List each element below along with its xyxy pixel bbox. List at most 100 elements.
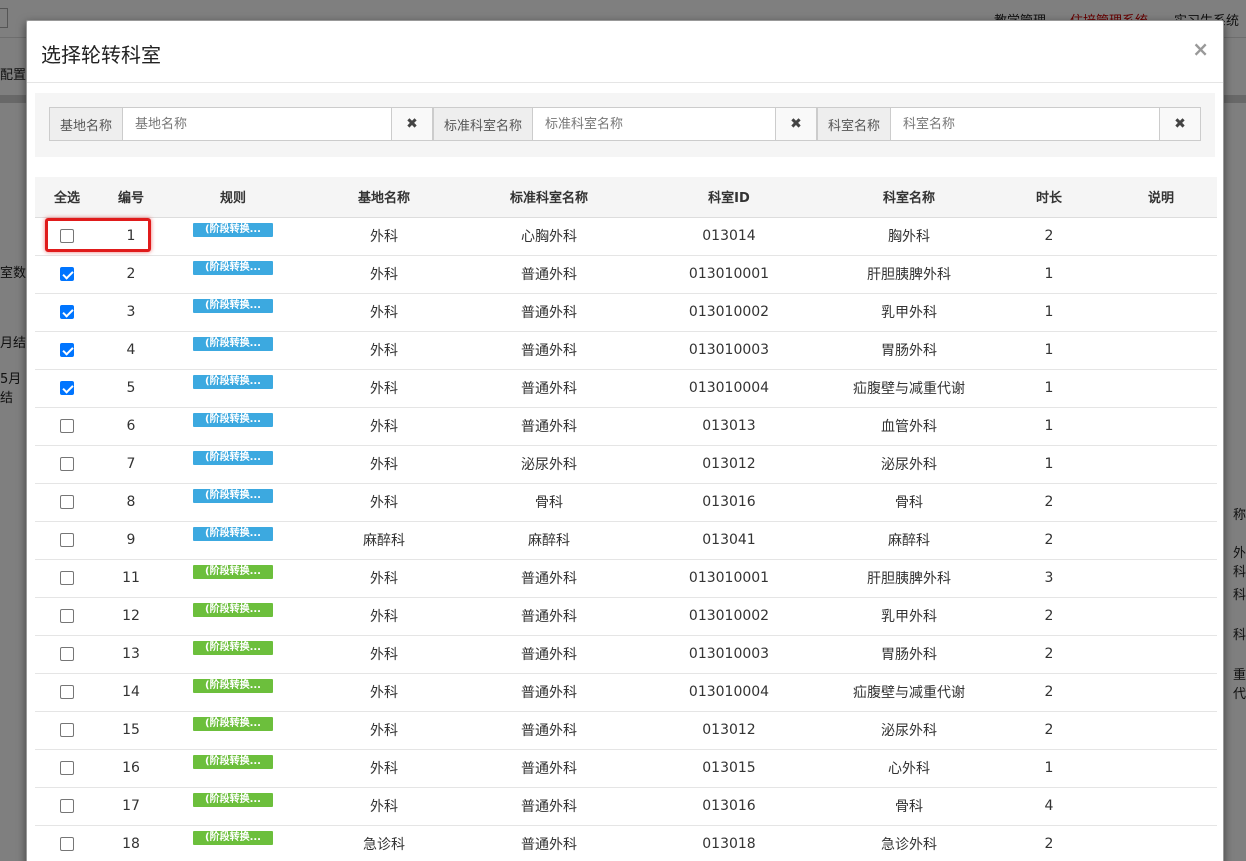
table-row[interactable]: 12 (阶段转换... 外科 普通外科 013010002 乳甲外科 2 — [35, 597, 1217, 636]
row-checkbox[interactable] — [60, 647, 74, 661]
rule-badge[interactable]: (阶段转换... — [193, 755, 273, 769]
table-row[interactable]: 16 (阶段转换... 外科 普通外科 013015 心外科 1 — [35, 749, 1217, 788]
clear-icon[interactable]: ✖ — [391, 107, 433, 141]
row-note — [1105, 749, 1217, 788]
row-checkbox[interactable] — [60, 305, 74, 319]
table-row[interactable]: 1 (阶段转换... 外科 心胸外科 013014 胸外科 2 — [35, 217, 1217, 256]
dept-name-input[interactable] — [891, 107, 1159, 141]
row-id: 12 — [99, 597, 163, 636]
row-checkbox-cell[interactable] — [35, 521, 99, 560]
row-checkbox-cell[interactable] — [35, 559, 99, 598]
rule-badge[interactable]: (阶段转换... — [193, 831, 273, 845]
row-dept-name: 麻醉科 — [825, 521, 993, 560]
rule-badge[interactable]: (阶段转换... — [193, 261, 273, 275]
row-checkbox-cell[interactable] — [35, 445, 99, 484]
row-note — [1105, 711, 1217, 750]
row-std-dept-name: 普通外科 — [465, 293, 633, 332]
rule-badge[interactable]: (阶段转换... — [193, 337, 273, 351]
rule-badge[interactable]: (阶段转换... — [193, 223, 273, 237]
rule-badge[interactable]: (阶段转换... — [193, 679, 273, 693]
row-checkbox[interactable] — [60, 533, 74, 547]
table-row[interactable]: 17 (阶段转换... 外科 普通外科 013016 骨科 4 — [35, 787, 1217, 826]
row-checkbox-cell[interactable] — [35, 331, 99, 370]
row-checkbox-cell[interactable] — [35, 673, 99, 712]
row-checkbox[interactable] — [60, 267, 74, 281]
row-std-dept-name: 骨科 — [465, 483, 633, 522]
row-checkbox-cell[interactable] — [35, 711, 99, 750]
row-checkbox[interactable] — [60, 723, 74, 737]
row-checkbox[interactable] — [60, 609, 74, 623]
rule-badge[interactable]: (阶段转换... — [193, 603, 273, 617]
table-row[interactable]: 11 (阶段转换... 外科 普通外科 013010001 肝胆胰脾外科 3 — [35, 559, 1217, 598]
row-base-name: 外科 — [303, 483, 465, 522]
std-dept-name-input[interactable] — [533, 107, 775, 141]
row-checkbox-cell[interactable] — [35, 597, 99, 636]
rule-badge[interactable]: (阶段转换... — [193, 565, 273, 579]
row-dept-name: 胸外科 — [825, 217, 993, 256]
table-row[interactable]: 5 (阶段转换... 外科 普通外科 013010004 疝腹壁与减重代谢 1 — [35, 369, 1217, 408]
rule-badge[interactable]: (阶段转换... — [193, 299, 273, 313]
filter-bar: 基地名称 ✖ 标准科室名称 ✖ 科室名称 ✖ — [35, 93, 1215, 157]
row-checkbox[interactable] — [60, 229, 74, 243]
row-duration: 1 — [993, 407, 1105, 446]
header-select-all[interactable]: 全选 — [35, 177, 99, 218]
rule-badge[interactable]: (阶段转换... — [193, 451, 273, 465]
row-checkbox[interactable] — [60, 571, 74, 585]
header-std-dept-name: 标准科室名称 — [465, 177, 633, 218]
header-duration: 时长 — [993, 177, 1105, 218]
row-checkbox-cell[interactable] — [35, 217, 99, 256]
table-row[interactable]: 4 (阶段转换... 外科 普通外科 013010003 胃肠外科 1 — [35, 331, 1217, 370]
row-checkbox[interactable] — [60, 799, 74, 813]
table-row[interactable]: 15 (阶段转换... 外科 普通外科 013012 泌尿外科 2 — [35, 711, 1217, 750]
row-checkbox-cell[interactable] — [35, 635, 99, 674]
row-checkbox[interactable] — [60, 837, 74, 851]
row-rule-cell: (阶段转换... — [163, 369, 303, 408]
row-checkbox[interactable] — [60, 343, 74, 357]
row-dept-id: 013010002 — [633, 597, 825, 636]
row-checkbox-cell[interactable] — [35, 749, 99, 788]
row-dept-id: 013015 — [633, 749, 825, 788]
row-checkbox[interactable] — [60, 381, 74, 395]
clear-icon[interactable]: ✖ — [1159, 107, 1201, 141]
table-row[interactable]: 18 (阶段转换... 急诊科 普通外科 013018 急诊外科 2 — [35, 825, 1217, 861]
table-row[interactable]: 8 (阶段转换... 外科 骨科 013016 骨科 2 — [35, 483, 1217, 522]
table-row[interactable]: 9 (阶段转换... 麻醉科 麻醉科 013041 麻醉科 2 — [35, 521, 1217, 560]
row-id: 11 — [99, 559, 163, 598]
rule-badge[interactable]: (阶段转换... — [193, 413, 273, 427]
row-checkbox[interactable] — [60, 457, 74, 471]
row-checkbox[interactable] — [60, 761, 74, 775]
row-checkbox-cell[interactable] — [35, 407, 99, 446]
row-dept-id: 013013 — [633, 407, 825, 446]
close-icon[interactable]: × — [1192, 37, 1209, 61]
rule-badge[interactable]: (阶段转换... — [193, 641, 273, 655]
row-checkbox-cell[interactable] — [35, 369, 99, 408]
table-row[interactable]: 6 (阶段转换... 外科 普通外科 013013 血管外科 1 — [35, 407, 1217, 446]
row-dept-id: 013018 — [633, 825, 825, 861]
row-checkbox-cell[interactable] — [35, 483, 99, 522]
row-checkbox[interactable] — [60, 685, 74, 699]
rule-badge[interactable]: (阶段转换... — [193, 793, 273, 807]
row-dept-name: 疝腹壁与减重代谢 — [825, 369, 993, 408]
row-rule-cell: (阶段转换... — [163, 711, 303, 750]
table-row[interactable]: 13 (阶段转换... 外科 普通外科 013010003 胃肠外科 2 — [35, 635, 1217, 674]
row-dept-id: 013010001 — [633, 255, 825, 294]
table-row[interactable]: 3 (阶段转换... 外科 普通外科 013010002 乳甲外科 1 — [35, 293, 1217, 332]
row-duration: 3 — [993, 559, 1105, 598]
table-row[interactable]: 2 (阶段转换... 外科 普通外科 013010001 肝胆胰脾外科 1 — [35, 255, 1217, 294]
rule-badge[interactable]: (阶段转换... — [193, 375, 273, 389]
rule-badge[interactable]: (阶段转换... — [193, 717, 273, 731]
base-name-input[interactable] — [123, 107, 391, 141]
row-checkbox[interactable] — [60, 419, 74, 433]
row-checkbox-cell[interactable] — [35, 825, 99, 861]
table-row[interactable]: 14 (阶段转换... 外科 普通外科 013010004 疝腹壁与减重代谢 2 — [35, 673, 1217, 712]
row-base-name: 外科 — [303, 597, 465, 636]
row-checkbox-cell[interactable] — [35, 787, 99, 826]
rule-badge[interactable]: (阶段转换... — [193, 489, 273, 503]
clear-icon[interactable]: ✖ — [775, 107, 817, 141]
row-checkbox[interactable] — [60, 495, 74, 509]
row-checkbox-cell[interactable] — [35, 293, 99, 332]
row-checkbox-cell[interactable] — [35, 255, 99, 294]
row-duration: 2 — [993, 521, 1105, 560]
rule-badge[interactable]: (阶段转换... — [193, 527, 273, 541]
table-row[interactable]: 7 (阶段转换... 外科 泌尿外科 013012 泌尿外科 1 — [35, 445, 1217, 484]
